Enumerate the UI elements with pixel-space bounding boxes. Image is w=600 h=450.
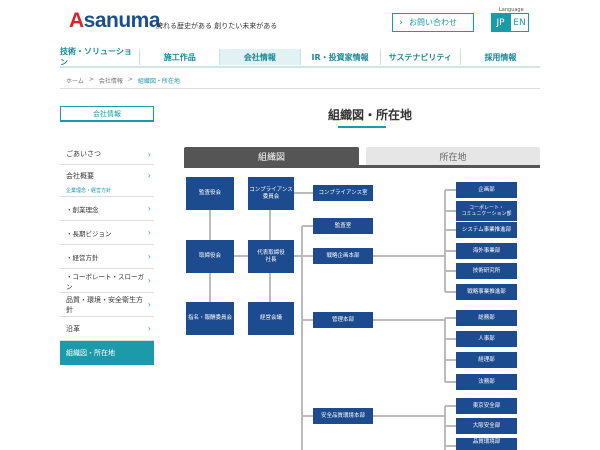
logo-initial: A bbox=[69, 9, 84, 32]
chevron-right-icon: › bbox=[147, 276, 151, 285]
org-box-strategy-division: 戦略企画本部 bbox=[313, 248, 373, 264]
sidebar-item-label: 沿革 bbox=[66, 324, 80, 333]
tab-org-chart[interactable]: 組織図 bbox=[184, 147, 359, 165]
sidebar-item-quality-policy[interactable]: 品質・環境・安全衛生方針 › bbox=[60, 293, 154, 317]
chevron-right-icon: › bbox=[147, 171, 151, 180]
sidebar-item-label: 組織図・所在地 bbox=[66, 349, 115, 357]
sidebar-group-caption: 企業理念・経営方針 bbox=[60, 186, 154, 197]
sidebar-item-label: ごあいさつ bbox=[66, 150, 101, 158]
chevron-right-icon: › bbox=[147, 149, 151, 159]
title-underline bbox=[338, 126, 386, 128]
sidebar-item-label: ・創業理念 bbox=[66, 205, 99, 214]
breadcrumb-company[interactable]: 会社情報 bbox=[99, 76, 123, 85]
sidebar-item-corporate-slogan[interactable]: ・コーポレート・スローガン › bbox=[60, 269, 154, 293]
org-box-strategic-business: 戦略事業推進部 bbox=[456, 284, 517, 300]
chevron-right-icon: › bbox=[147, 300, 151, 309]
org-box-management-meeting: 経営会議 bbox=[248, 302, 294, 335]
breadcrumb-current: 組織図・所在地 bbox=[137, 78, 180, 85]
global-nav: 技術・ソリューション 施工作品 会社情報 IR・投資家情報 サステナビリティ 採… bbox=[60, 47, 540, 67]
language-switcher: JP EN bbox=[491, 13, 529, 32]
org-box-accounting: 経理部 bbox=[456, 352, 517, 368]
org-box-corp-communication: コーポレート・ コミュニケーション部 bbox=[456, 201, 517, 221]
sidebar-item-founding-philosophy[interactable]: ・創業理念 › bbox=[60, 197, 154, 221]
breadcrumb-separator: > bbox=[127, 76, 133, 83]
org-box-president: 代表取締役 社長 bbox=[248, 240, 294, 273]
sidebar-item-history[interactable]: 沿革 › bbox=[60, 317, 154, 341]
sidebar-item-management-policy[interactable]: ・経営方針 › bbox=[60, 245, 154, 269]
breadcrumb-separator: > bbox=[88, 76, 94, 83]
page-title: 組織図・所在地 bbox=[327, 108, 412, 122]
lang-jp-button[interactable]: JP bbox=[491, 13, 510, 32]
org-box-general-affairs: 総務部 bbox=[456, 310, 517, 326]
org-box-planning: 企画部 bbox=[456, 182, 517, 198]
org-box-admin-division: 管理本部 bbox=[313, 312, 373, 328]
org-box-research-institute: 技術研究所 bbox=[456, 263, 517, 279]
tab-underline bbox=[184, 165, 540, 168]
nav-technology[interactable]: 技術・ソリューション bbox=[60, 47, 139, 67]
sidebar-item-long-term-vision[interactable]: ・長期ビジョン › bbox=[60, 221, 154, 245]
org-box-safety-division: 安全品質環境本部 bbox=[313, 408, 373, 424]
org-box-osaka-safety: 大阪安全部 bbox=[456, 418, 517, 434]
chevron-right-icon: › bbox=[147, 324, 151, 333]
tagline: 誇れる歴史がある 創りたい未来がある bbox=[156, 22, 278, 30]
sidebar-item-label: ・コーポレート・スローガン bbox=[66, 272, 144, 291]
org-box-audit-office: 監査室 bbox=[313, 218, 373, 234]
chevron-right-icon: › bbox=[147, 252, 151, 261]
contact-button[interactable]: › お問い合わせ bbox=[392, 13, 474, 32]
nav-sustainability[interactable]: サステナビリティ bbox=[379, 49, 460, 65]
nav-works[interactable]: 施工作品 bbox=[139, 49, 219, 65]
sidebar-item-greeting[interactable]: ごあいさつ › bbox=[60, 144, 154, 165]
org-box-overseas: 海外事業部 bbox=[456, 243, 517, 259]
lang-en-button[interactable]: EN bbox=[510, 13, 529, 32]
org-box-nomination-committee: 指名・報酬委員会 bbox=[186, 302, 234, 335]
sidebar-menu: ごあいさつ › 会社概要 › 企業理念・経営方針 ・創業理念 › ・長期ビジョン… bbox=[60, 144, 154, 365]
chevron-right-icon: › bbox=[147, 204, 151, 213]
org-box-compliance-committee: コンプライアンス 委員会 bbox=[248, 177, 294, 210]
org-box-quality-environment: 品質環境部 bbox=[456, 438, 517, 450]
nav-divider bbox=[60, 66, 540, 68]
sidebar-item-org-chart[interactable]: 組織図・所在地 bbox=[60, 341, 154, 365]
contact-label: お問い合わせ bbox=[409, 18, 457, 27]
org-box-tokyo-safety: 東京安全部 bbox=[456, 398, 517, 414]
org-box-legal: 法務部 bbox=[456, 374, 517, 390]
logo-wordmark: sanuma bbox=[83, 9, 161, 32]
sidebar-item-label: ・経営方針 bbox=[66, 253, 99, 262]
nav-ir[interactable]: IR・投資家情報 bbox=[299, 49, 380, 65]
sidebar-item-label: ・長期ビジョン bbox=[66, 229, 112, 238]
chevron-right-icon: › bbox=[147, 228, 151, 237]
tab-locations[interactable]: 所在地 bbox=[366, 147, 540, 165]
sidebar-item-label: 会社概要 bbox=[66, 171, 94, 180]
breadcrumb-divider bbox=[60, 88, 540, 89]
nav-recruit[interactable]: 採用情報 bbox=[459, 49, 540, 65]
sidebar-heading[interactable]: 会社情報 bbox=[60, 106, 154, 122]
sidebar-item-label: 品質・環境・安全衛生方針 bbox=[66, 295, 143, 314]
sidebar-item-overview[interactable]: 会社概要 › bbox=[60, 165, 154, 186]
breadcrumb: ホーム > 会社情報 > 組織図・所在地 bbox=[66, 76, 180, 85]
company-logo[interactable]: Asanuma bbox=[69, 9, 161, 32]
nav-company[interactable]: 会社情報 bbox=[219, 49, 300, 65]
org-box-compliance-office: コンプライアンス室 bbox=[313, 185, 373, 201]
org-box-board-of-directors: 取締役会 bbox=[186, 240, 234, 273]
org-box-hr: 人事部 bbox=[456, 331, 517, 347]
breadcrumb-home[interactable]: ホーム bbox=[66, 76, 84, 85]
org-box-system-business: システム事業推進部 bbox=[456, 222, 517, 238]
org-box-audit-board: 監査役会 bbox=[186, 177, 234, 210]
chevron-right-icon: › bbox=[399, 17, 403, 28]
